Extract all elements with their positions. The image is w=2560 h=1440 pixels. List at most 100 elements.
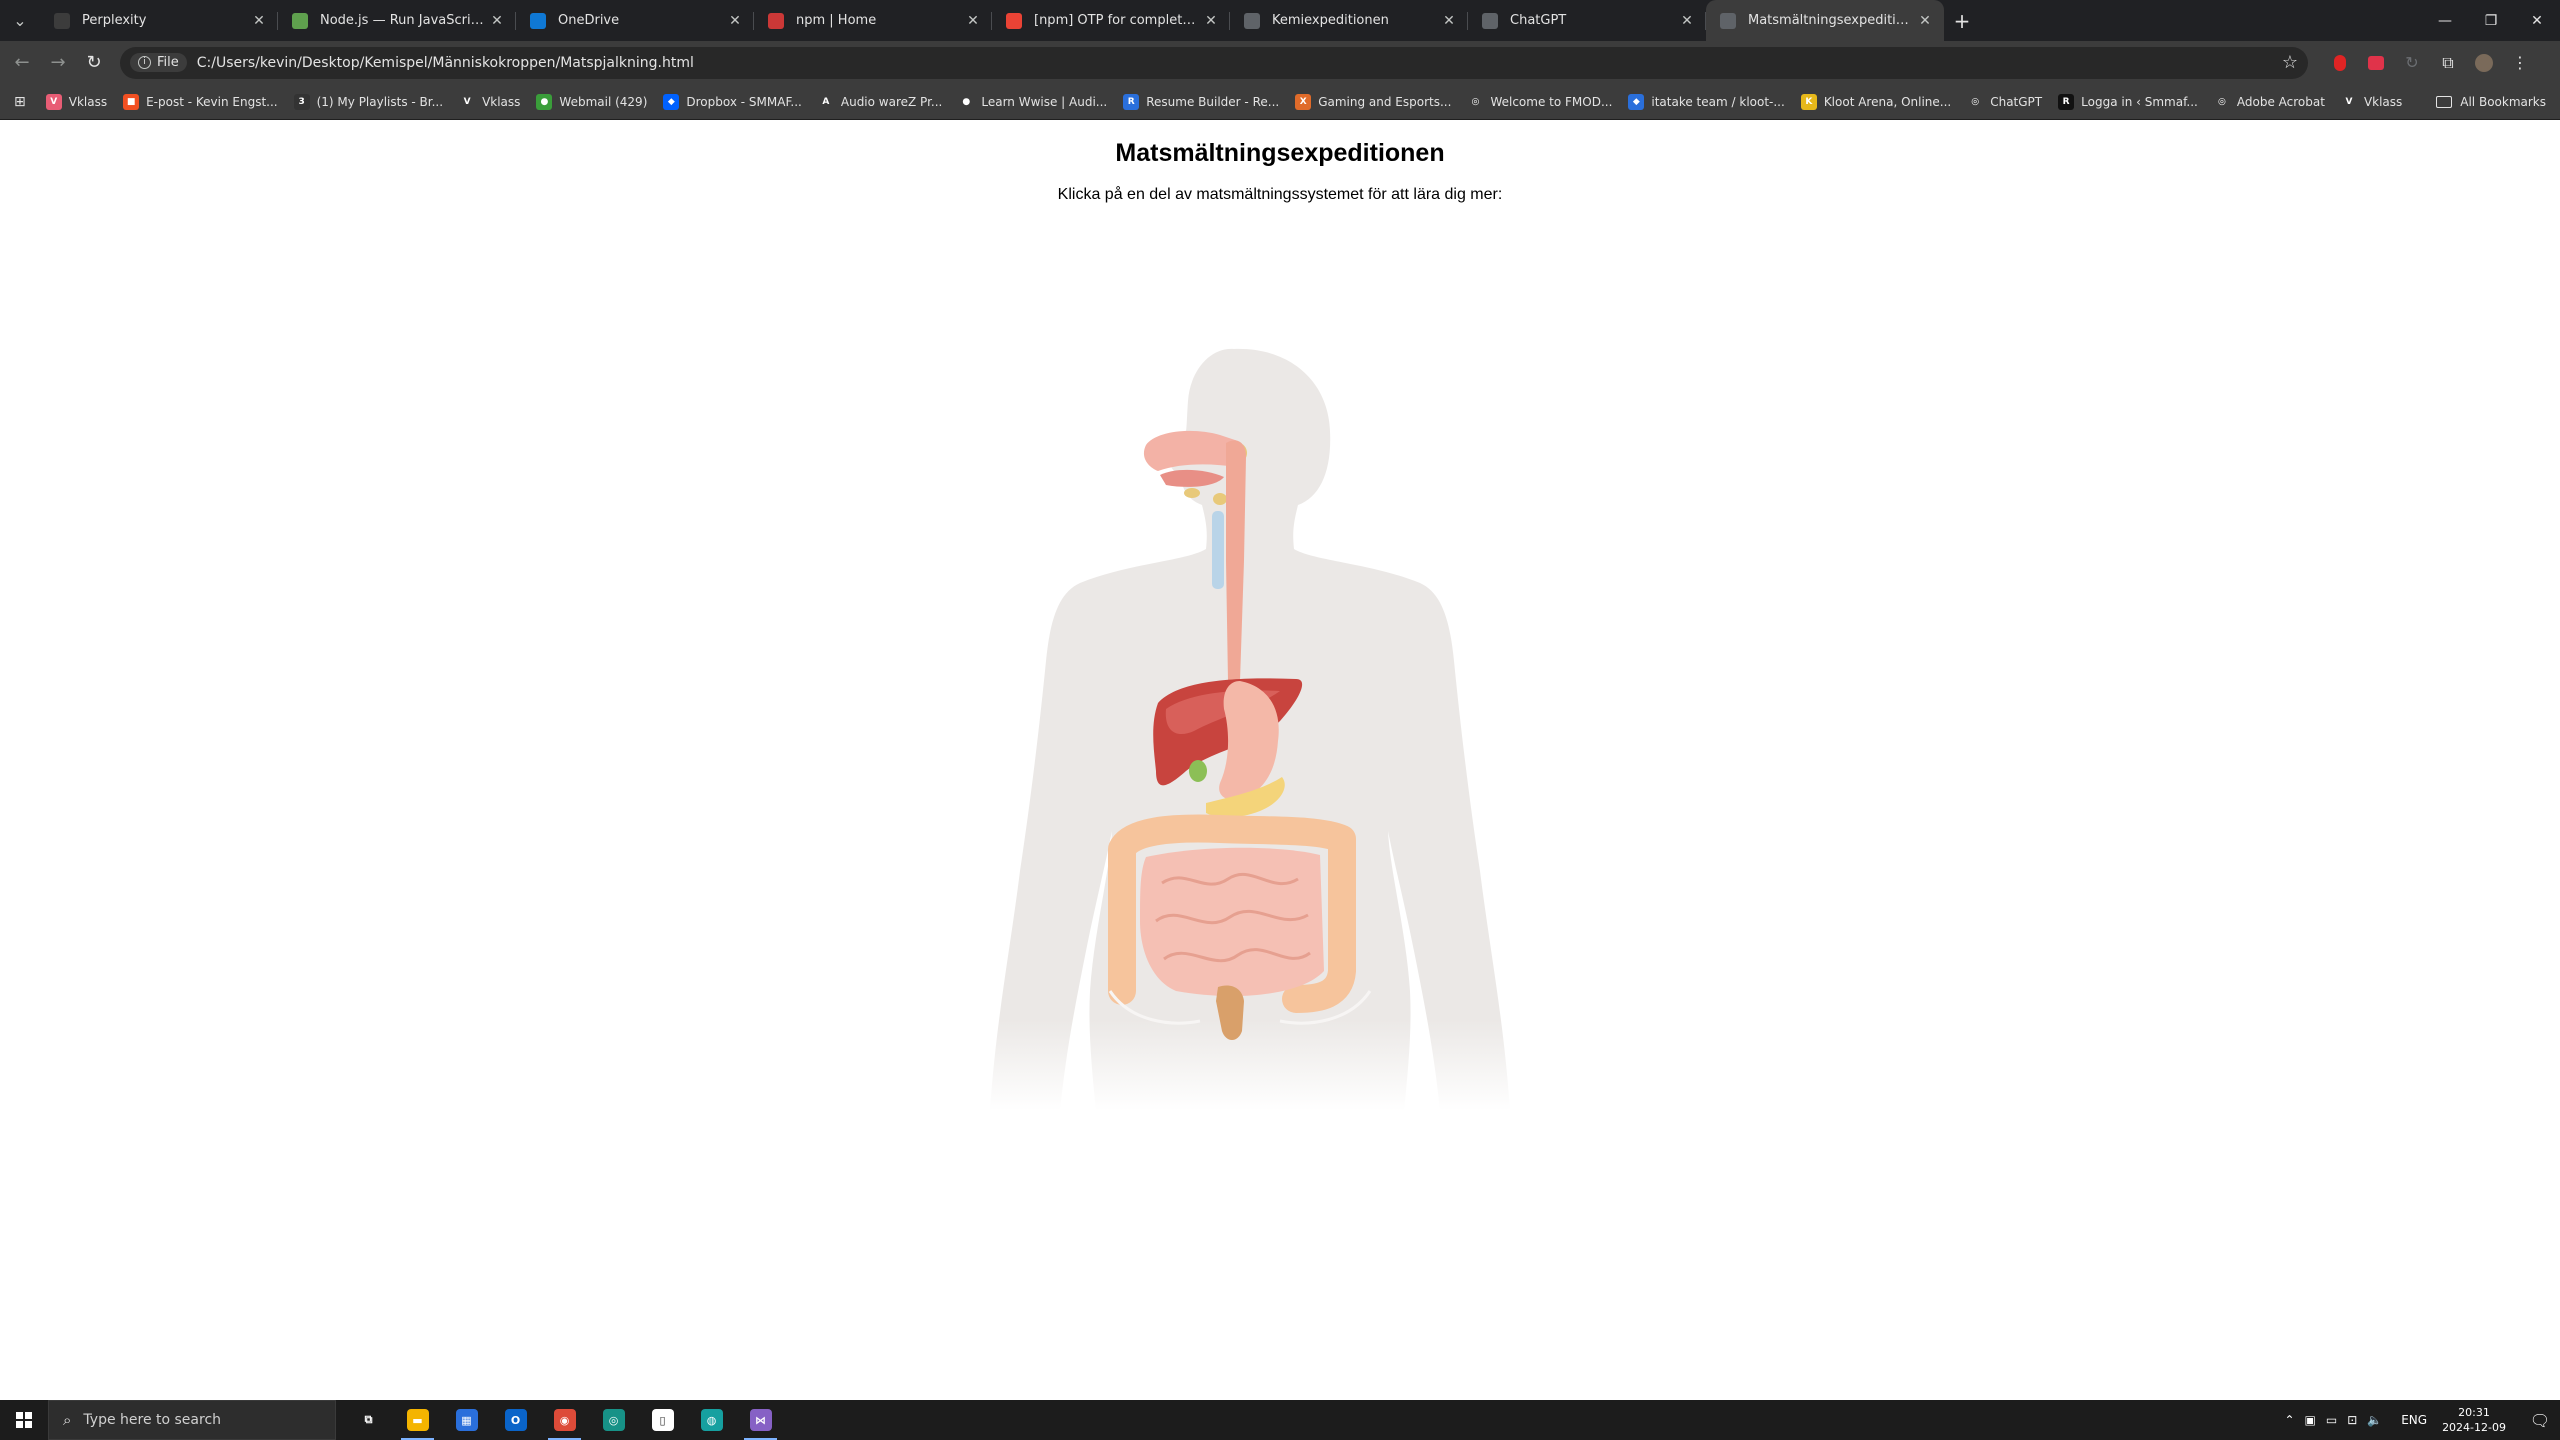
restore-icon[interactable]: ❐ <box>2468 0 2514 41</box>
profile-avatar-icon[interactable] <box>2466 45 2502 81</box>
tab-close-icon[interactable]: ✕ <box>1678 13 1696 29</box>
bookmark-favicon-icon: 3 <box>293 93 310 110</box>
bookmark-item[interactable]: A Audio wareZ Pr... <box>817 93 942 110</box>
bookmark-item[interactable]: R Logga in ‹ Smmaf... <box>2058 93 2198 110</box>
tab-close-icon[interactable]: ✕ <box>1202 13 1220 29</box>
tab-0[interactable]: Perplexity ✕ <box>40 0 278 41</box>
all-bookmarks-button[interactable]: All Bookmarks <box>2436 84 2546 120</box>
file-explorer-taskbar-button[interactable]: ▬ <box>393 1400 442 1440</box>
page-instruction: Klicka på en del av matsmältningssysteme… <box>1057 186 1503 203</box>
salivary-gland-sublingual[interactable] <box>1184 488 1200 498</box>
tab-close-icon[interactable]: ✕ <box>1916 13 1934 29</box>
tab-4[interactable]: [npm] OTP for complete the sig✕ <box>992 0 1230 41</box>
tab-2[interactable]: OneDrive ✕ <box>516 0 754 41</box>
tab-close-icon[interactable]: ✕ <box>964 13 982 29</box>
bookmark-item[interactable]: ◎ Adobe Acrobat <box>2213 93 2325 110</box>
bookmark-item[interactable]: K Kloot Arena, Online... <box>1800 93 1951 110</box>
globe-icon <box>1244 12 1260 29</box>
bookmark-item[interactable]: ◎ ChatGPT <box>1967 93 2042 110</box>
tab-title: Kemiexpeditionen <box>1272 13 1389 28</box>
tab-close-icon[interactable]: ✕ <box>1440 13 1458 29</box>
visual-studio-taskbar-button[interactable]: ⋈ <box>736 1400 785 1440</box>
microsoft-store-icon: ▦ <box>455 1409 478 1431</box>
bookmark-label: Vklass <box>482 94 521 109</box>
start-button[interactable] <box>0 1400 48 1440</box>
bookmark-label: Resume Builder - Re... <box>1146 94 1280 109</box>
bookmark-item[interactable]: ● Learn Wwise | Audi... <box>958 93 1107 110</box>
bookmark-item[interactable]: ● Webmail (429) <box>536 93 647 110</box>
gallbladder[interactable] <box>1189 760 1207 782</box>
gitkraken-taskbar-button[interactable]: ◎ <box>589 1400 638 1440</box>
tab-1[interactable]: Node.js — Run JavaScript Every✕ <box>278 0 516 41</box>
tab-close-icon[interactable]: ✕ <box>488 13 506 29</box>
bookmark-item[interactable]: 3 (1) My Playlists - Br... <box>293 93 443 110</box>
tab-title: Matsmältningsexpeditionen <box>1748 13 1916 28</box>
bookmark-label: itatake team / kloot-... <box>1651 94 1785 109</box>
bookmark-item[interactable]: V Vklass <box>45 93 107 110</box>
clock[interactable]: 20:31 2024-12-09 <box>2442 1405 2506 1435</box>
file-explorer-icon: ▬ <box>406 1409 429 1431</box>
site-info-chip[interactable]: i File <box>130 53 187 72</box>
new-tab-button[interactable]: + <box>1944 0 1980 41</box>
address-bar[interactable]: i File C:/Users/kevin/Desktop/Kemispel/M… <box>120 46 2308 79</box>
browser-toolbar: ← → ↻ i File C:/Users/kevin/Desktop/Kemi… <box>0 41 2560 84</box>
bookmark-item[interactable]: X Gaming and Esports... <box>1295 93 1451 110</box>
tab-3[interactable]: npm | Home ✕ <box>754 0 992 41</box>
bookmark-item[interactable]: R Resume Builder - Re... <box>1123 93 1280 110</box>
bookmark-item[interactable]: V Vklass <box>459 93 521 110</box>
tab-search-chevron-icon[interactable]: ⌄ <box>0 0 40 41</box>
tab-5[interactable]: Kemiexpeditionen ✕ <box>1230 0 1468 41</box>
audio-app-taskbar-button[interactable]: ◍ <box>687 1400 736 1440</box>
bookmark-item[interactable]: ■ E-post - Kevin Engst... <box>123 93 278 110</box>
bookmark-item[interactable]: ◆ itatake team / kloot-... <box>1628 93 1785 110</box>
volume-icon[interactable]: 🔈 <box>2367 1413 2382 1427</box>
bookmark-favicon-icon: ◎ <box>1967 93 1984 110</box>
small-intestine[interactable] <box>1140 847 1324 997</box>
npm-icon <box>768 12 784 29</box>
tab-close-icon[interactable]: ✕ <box>250 13 268 29</box>
language-indicator[interactable]: ENG <box>2401 1413 2427 1427</box>
search-icon: ⌕ <box>63 1411 72 1429</box>
tab-6[interactable]: ChatGPT ✕ <box>1468 0 1706 41</box>
network-icon[interactable]: ⊡ <box>2347 1413 2357 1427</box>
bookmark-favicon-icon: ◆ <box>663 93 680 110</box>
tab-7[interactable]: Matsmältningsexpeditionen ✕ <box>1706 0 1944 41</box>
notepad-taskbar-button[interactable]: ▯ <box>638 1400 687 1440</box>
taskbar-search[interactable]: ⌕ Type here to search <box>48 1400 336 1440</box>
forward-arrow-icon[interactable]: → <box>40 45 76 81</box>
back-arrow-icon[interactable]: ← <box>4 45 40 81</box>
task-view-taskbar-button[interactable]: ⧉ <box>344 1400 393 1440</box>
outlook-taskbar-button[interactable]: O <box>491 1400 540 1440</box>
globe-icon <box>1720 12 1736 29</box>
minimize-icon[interactable]: — <box>2422 0 2468 41</box>
tray-monitor-icon[interactable]: ▭ <box>2326 1413 2337 1427</box>
extension-red-icon[interactable] <box>2322 45 2358 81</box>
tab-close-icon[interactable]: ✕ <box>726 13 744 29</box>
chrome-taskbar-button[interactable]: ◉ <box>540 1400 589 1440</box>
bookmark-favicon-icon: V <box>45 93 62 110</box>
tab-title: OneDrive <box>558 13 620 28</box>
reload-icon[interactable]: ↻ <box>76 45 112 81</box>
close-window-icon[interactable]: ✕ <box>2514 0 2560 41</box>
extension-game-icon[interactable] <box>2358 45 2394 81</box>
bookmark-star-icon[interactable]: ☆ <box>2282 52 2298 73</box>
menu-kebab-icon[interactable]: ⋮ <box>2502 45 2538 81</box>
window-controls: — ❐ ✕ <box>2422 0 2560 41</box>
tray-device-icon[interactable]: ▣ <box>2305 1413 2316 1427</box>
bookmark-label: Adobe Acrobat <box>2236 94 2325 109</box>
extension-refresh-icon[interactable]: ↻ <box>2394 45 2430 81</box>
extensions-puzzle-icon[interactable]: ⧉ <box>2430 45 2466 81</box>
microsoft-store-taskbar-button[interactable]: ▦ <box>442 1400 491 1440</box>
tray-overflow-icon[interactable]: ⌃ <box>2284 1413 2294 1427</box>
bookmark-item[interactable]: V Vklass <box>2340 93 2403 110</box>
bookmark-list: V Vklass ■ E-post - Kevin Engst... 3 (1) My P… <box>45 93 2419 110</box>
notification-center-icon[interactable]: 🗨 <box>2520 1400 2560 1440</box>
bookmark-label: E-post - Kevin Engst... <box>146 94 278 109</box>
bookmarks-bar: ⊞ V Vklass ■ E-post - Kevin Engst... 3 (1) My… <box>0 84 2560 120</box>
bookmark-label: Vklass <box>2363 94 2403 109</box>
bookmark-item[interactable]: ◎ Welcome to FMOD... <box>1467 93 1612 110</box>
bookmark-item[interactable]: ◆ Dropbox - SMMAF... <box>663 93 802 110</box>
salivary-gland-submandibular[interactable] <box>1213 493 1227 505</box>
url-text[interactable]: C:/Users/kevin/Desktop/Kemispel/Människo… <box>197 55 2282 71</box>
apps-grid-icon[interactable]: ⊞ <box>14 94 26 110</box>
